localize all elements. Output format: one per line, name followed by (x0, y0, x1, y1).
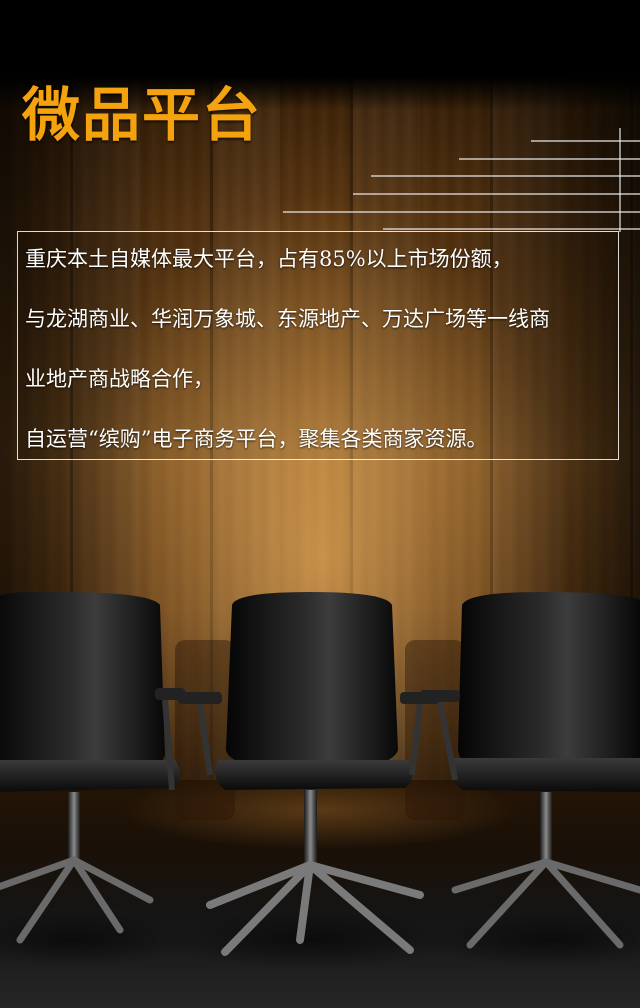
promo-page: 微品平台 重庆本土自媒体最大平台，占有85%以上市场份额， 与龙湖商业、华润万象… (0, 0, 640, 1008)
description-line-3: 业地产商战略合作， (25, 367, 214, 391)
description-line-4: 自运营“缤购”电子商务平台，聚集各类商家资源。 (25, 427, 488, 451)
description-line-2: 与龙湖商业、华润万象城、东源地产、万达广场等一线商 (25, 307, 550, 331)
decorative-lines (283, 128, 640, 232)
office-chairs-image (0, 591, 640, 970)
chair-left (0, 591, 195, 968)
description-line-1: 重庆本土自媒体最大平台，占有85%以上市场份额， (25, 247, 513, 271)
description-box: 重庆本土自媒体最大平台，占有85%以上市场份额， 与龙湖商业、华润万象城、东源地… (17, 231, 619, 460)
